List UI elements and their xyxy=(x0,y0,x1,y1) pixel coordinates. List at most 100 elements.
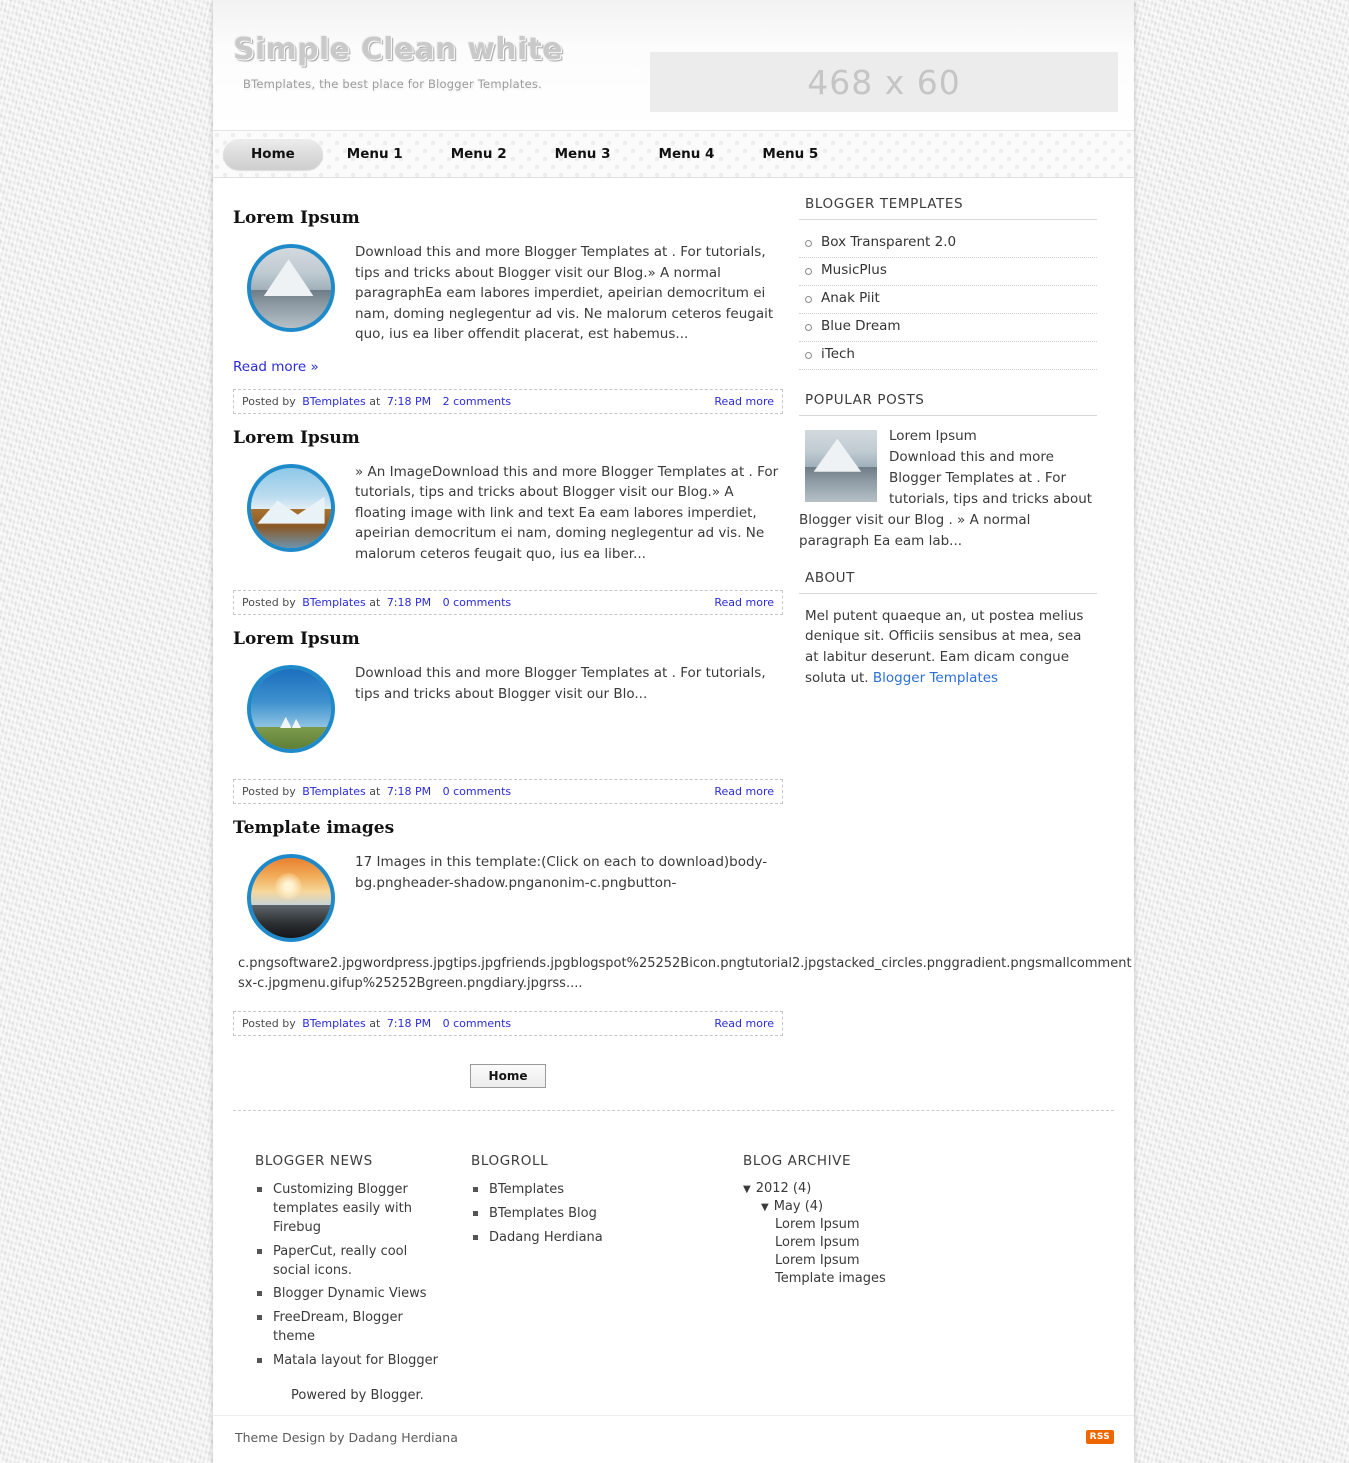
rss-icon[interactable]: RSS xyxy=(1085,1430,1114,1445)
post-excerpt: Download this and more Blogger Templates… xyxy=(355,665,766,702)
theme-credit-text: Theme Design by Dadang Herdiana xyxy=(235,1429,458,1445)
list-item[interactable]: Dadang Herdiana xyxy=(471,1229,733,1253)
post-title: Lorem Ipsum xyxy=(233,208,360,228)
archive-year-label: 2012 (4) xyxy=(755,1181,812,1197)
header-branding: Simple Clean white BTemplates, the best … xyxy=(233,32,563,91)
post-read-more-link[interactable]: Read more xyxy=(714,785,774,798)
list-item[interactable]: PaperCut, really cool social icons. xyxy=(255,1243,443,1286)
about-widget-text: Mel putent quaeque an, ut postea melius … xyxy=(799,604,1097,690)
sidebar-template-list: Box Transparent 2.0 MusicPlus Anak Piit … xyxy=(799,230,1097,370)
archive-post-link-2[interactable]: Lorem Ipsum xyxy=(775,1235,1063,1250)
footer-column-news: BLOGGER NEWS Customizing Blogger templat… xyxy=(213,1153,443,1403)
blog-post: Lorem Ipsum Download this and more Blogg… xyxy=(233,208,783,414)
page-title: Simple Clean white xyxy=(233,32,563,67)
header-ad-placeholder[interactable]: 468 x 60 xyxy=(650,52,1118,112)
post-author-link[interactable]: BTemplates xyxy=(302,1017,365,1030)
blog-post: Template images 17 Images in this templa… xyxy=(233,818,1132,1037)
sidebar-link-anak-piit[interactable]: Anak Piit xyxy=(821,290,880,306)
post-meta-left: Posted by BTemplates at 7:18 PM 2 commen… xyxy=(242,395,511,408)
list-item[interactable]: BTemplates xyxy=(471,1181,733,1205)
footer-column-blogroll: BLOGROLL BTemplates BTemplates Blog Dada… xyxy=(443,1153,733,1403)
footer-column-archive: BLOG ARCHIVE ▼ 2012 (4) ▼ May (4) Lorem Ip… xyxy=(733,1153,1063,1403)
list-item[interactable]: FreeDream, Blogger theme xyxy=(255,1309,443,1352)
list-item[interactable]: Box Transparent 2.0 xyxy=(799,230,1097,258)
about-blogger-templates-link[interactable]: Blogger Templates xyxy=(873,670,998,686)
post-thumbnail-image[interactable] xyxy=(247,244,335,332)
blog-post: Lorem Ipsum » An ImageDownload this and … xyxy=(233,428,783,616)
blogroll-link-btemplates[interactable]: BTemplates xyxy=(489,1182,564,1197)
post-comments-link[interactable]: 0 comments xyxy=(443,596,512,609)
post-overflow-text: c.pngsoftware2.jpgwordpress.jpgtips.jpgf… xyxy=(238,956,1132,991)
post-meta-bar: Posted by BTemplates at 7:18 PM 0 commen… xyxy=(233,779,783,805)
pager-row: Home xyxy=(233,1044,783,1100)
blog-description: BTemplates, the best place for Blogger T… xyxy=(243,77,542,91)
popular-post-title[interactable]: Lorem Ipsum xyxy=(889,428,977,444)
list-item[interactable]: Blue Dream xyxy=(799,314,1097,342)
nav-item-menu-2[interactable]: Menu 2 xyxy=(427,138,531,170)
sidebar-link-blue-dream[interactable]: Blue Dream xyxy=(821,318,901,334)
footer-news-link-5[interactable]: Matala layout for Blogger xyxy=(273,1353,438,1368)
archive-month-toggle[interactable]: ▼ May (4) xyxy=(761,1199,1063,1214)
post-time-link[interactable]: 7:18 PM xyxy=(387,596,431,609)
post-author-link[interactable]: BTemplates xyxy=(302,596,365,609)
nav-item-menu-1[interactable]: Menu 1 xyxy=(323,138,427,170)
post-meta-bar: Posted by BTemplates at 7:18 PM 0 commen… xyxy=(233,590,783,616)
home-pager-button[interactable]: Home xyxy=(469,1064,547,1089)
blogroll-link-dadang-herdiana[interactable]: Dadang Herdiana xyxy=(489,1230,603,1245)
post-author-link[interactable]: BTemplates xyxy=(302,395,365,408)
post-time-link[interactable]: 7:18 PM xyxy=(387,785,431,798)
at-label: at xyxy=(369,596,381,610)
blogroll-link-btemplates-blog[interactable]: BTemplates Blog xyxy=(489,1206,597,1221)
nav-item-home[interactable]: Home xyxy=(223,138,323,170)
list-item[interactable]: Blogger Dynamic Views xyxy=(255,1285,443,1309)
read-more-inline-link[interactable]: Read more » xyxy=(233,359,319,375)
post-comments-link[interactable]: 0 comments xyxy=(443,785,512,798)
post-read-more-link[interactable]: Read more xyxy=(714,1017,774,1030)
sidebar-link-itech[interactable]: iTech xyxy=(821,346,855,362)
sidebar-heading-popular: POPULAR POSTS xyxy=(799,392,1097,416)
post-read-more-link[interactable]: Read more xyxy=(714,395,774,408)
footer-news-link-3[interactable]: Blogger Dynamic Views xyxy=(273,1286,427,1301)
post-title: Template images xyxy=(233,818,395,839)
nav-item-menu-5[interactable]: Menu 5 xyxy=(738,138,842,170)
archive-year-toggle[interactable]: ▼ 2012 (4) xyxy=(743,1181,1063,1196)
list-item[interactable]: iTech xyxy=(799,342,1097,370)
archive-post-link-1[interactable]: Lorem Ipsum xyxy=(775,1217,1063,1232)
footer-news-link-4[interactable]: FreeDream, Blogger theme xyxy=(273,1310,403,1344)
post-time-link[interactable]: 7:18 PM xyxy=(387,395,431,408)
archive-month-label: May (4) xyxy=(773,1199,824,1215)
post-excerpt: » An ImageDownload this and more Blogger… xyxy=(355,463,779,562)
list-item[interactable]: BTemplates Blog xyxy=(471,1205,733,1229)
post-comments-link[interactable]: 0 comments xyxy=(443,1017,512,1030)
at-label: at xyxy=(369,785,381,799)
post-title: Lorem Ipsum xyxy=(233,427,360,448)
nav-item-menu-3[interactable]: Menu 3 xyxy=(531,138,635,170)
list-item[interactable]: Anak Piit xyxy=(799,286,1097,314)
list-item[interactable]: Matala layout for Blogger xyxy=(255,1352,443,1376)
post-body: » An ImageDownload this and more Blogger… xyxy=(233,460,783,565)
sidebar-link-musicplus[interactable]: MusicPlus xyxy=(821,262,887,278)
posted-by-label: Posted by xyxy=(242,596,296,610)
archive-post-link-3[interactable]: Lorem Ipsum xyxy=(775,1253,1063,1268)
popular-post-thumbnail[interactable] xyxy=(805,430,877,502)
archive-post-link-4[interactable]: Template images xyxy=(775,1271,1063,1286)
post-thumbnail-image[interactable] xyxy=(247,854,335,943)
footer-blogroll-list: BTemplates BTemplates Blog Dadang Herdia… xyxy=(471,1181,733,1253)
sidebar: BLOGGER TEMPLATES Box Transparent 2.0 Mu… xyxy=(783,178,1113,689)
list-item[interactable]: MusicPlus xyxy=(799,258,1097,286)
post-thumbnail-image[interactable] xyxy=(247,463,335,552)
powered-by-blogger-text: Powered by Blogger. xyxy=(291,1387,424,1403)
footer-news-link-2[interactable]: PaperCut, really cool social icons. xyxy=(273,1244,407,1278)
post-time-link[interactable]: 7:18 PM xyxy=(387,1017,431,1030)
sidebar-heading-templates: BLOGGER TEMPLATES xyxy=(799,196,1097,220)
post-thumbnail-image[interactable] xyxy=(247,665,335,754)
post-read-more-link[interactable]: Read more xyxy=(714,596,774,609)
footer-news-link-1[interactable]: Customizing Blogger templates easily wit… xyxy=(273,1182,412,1235)
list-item[interactable]: Customizing Blogger templates easily wit… xyxy=(255,1181,443,1243)
post-meta-bar: Posted by BTemplates at 7:18 PM 2 commen… xyxy=(233,388,783,414)
sidebar-link-box-transparent[interactable]: Box Transparent 2.0 xyxy=(821,234,956,250)
footer-heading-blogroll: BLOGROLL xyxy=(471,1153,549,1170)
post-author-link[interactable]: BTemplates xyxy=(302,785,365,798)
post-comments-link[interactable]: 2 comments xyxy=(443,395,512,408)
nav-item-menu-4[interactable]: Menu 4 xyxy=(635,138,739,170)
